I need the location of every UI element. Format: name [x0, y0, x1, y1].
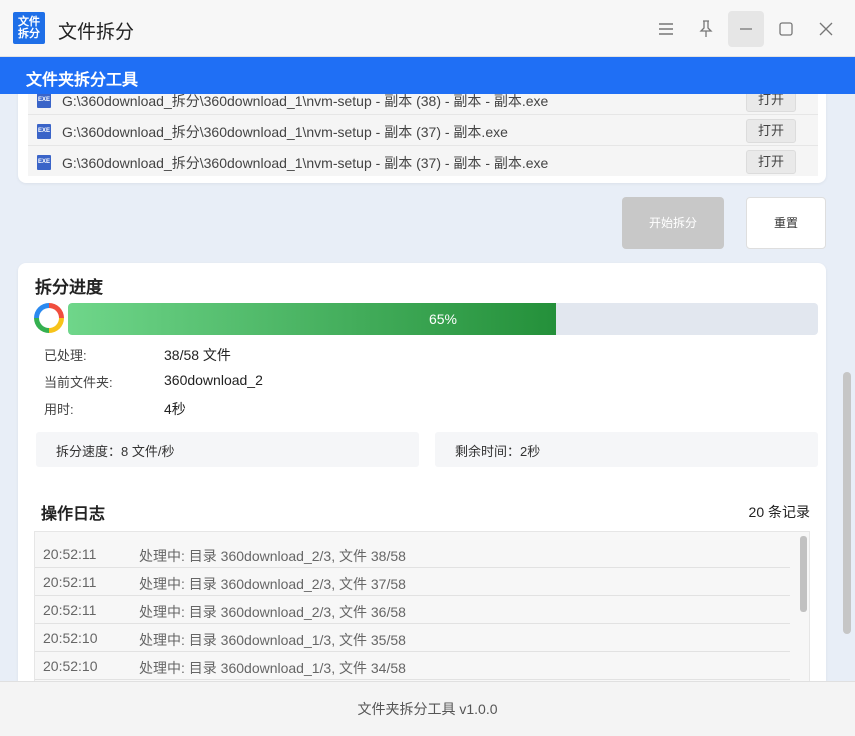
- file-path: G:\360download_拆分\360download_1\nvm-setu…: [62, 94, 549, 109]
- maximize-button[interactable]: [768, 11, 804, 47]
- exe-file-icon: EXE: [37, 155, 51, 170]
- progress-bar: 65%: [68, 303, 818, 335]
- pin-button[interactable]: [688, 11, 724, 47]
- close-button[interactable]: [808, 11, 844, 47]
- window-title: 文件拆分: [58, 22, 135, 43]
- title-bar: 文件 拆分 文件拆分: [0, 0, 855, 57]
- log-entry: 20:52:11 处理中: 目录 360download_2/3, 文件 36/…: [35, 596, 790, 624]
- file-path: G:\360download_拆分\360download_1\nvm-setu…: [62, 155, 549, 171]
- progress-percent: 65%: [428, 311, 458, 327]
- pin-icon: [699, 20, 713, 37]
- log-count: 20 条记录: [748, 504, 810, 520]
- open-file-button[interactable]: 打开: [746, 94, 796, 112]
- footer-version: 文件夹拆分工具 v1.0.0: [0, 681, 855, 736]
- current-folder-value: 360download_2: [164, 372, 263, 388]
- log-message: 处理中: 目录 360download_2/3, 文件 38/58: [139, 548, 406, 564]
- exe-file-icon: EXE: [37, 94, 51, 108]
- log-message: 处理中: 目录 360download_1/3, 文件 34/58: [139, 660, 406, 676]
- main-scroll-area[interactable]: EXE G:\360download_拆分\360download_1\nvm-…: [0, 94, 841, 681]
- loading-spinner-icon: [34, 303, 64, 333]
- file-path: G:\360download_拆分\360download_1\nvm-setu…: [62, 124, 508, 140]
- log-entry: 20:52:11 处理中: 目录 360download_2/3, 文件 38/…: [35, 540, 790, 568]
- log-time: 20:52:10: [43, 630, 98, 646]
- exe-file-icon: EXE: [37, 124, 51, 139]
- log-entry: 20:52:11 处理中: 目录 360download_2/3, 文件 37/…: [35, 568, 790, 596]
- file-row: EXE G:\360download_拆分\360download_1\nvm-…: [28, 146, 818, 176]
- log-time: 20:52:11: [43, 546, 97, 562]
- log-message: 处理中: 目录 360download_2/3, 文件 36/58: [139, 604, 406, 620]
- log-message: 处理中: 目录 360download_2/3, 文件 37/58: [139, 576, 406, 592]
- progress-card: 拆分进度 65% 已处理: 38/58 文件 当前文件夹: 360downloa…: [18, 263, 826, 681]
- log-scrollbar[interactable]: [800, 536, 807, 612]
- menu-icon: [659, 23, 673, 35]
- reset-button[interactable]: 重置: [746, 197, 826, 249]
- processed-label: 已处理:: [44, 348, 87, 363]
- close-icon: [819, 22, 833, 36]
- logo-line-2: 拆分: [18, 28, 40, 40]
- log-entry: 20:52:10 处理中: 目录 360download_1/3, 文件 34/…: [35, 652, 790, 680]
- speed-box: 拆分速度：8 文件/秒: [36, 432, 419, 467]
- log-time: 20:52:11: [43, 602, 97, 618]
- progress-title: 拆分进度: [35, 278, 103, 297]
- log-time: 20:52:11: [43, 574, 97, 590]
- log-list[interactable]: 20:52:11 处理中: 目录 360download_2/3, 文件 38/…: [34, 531, 810, 681]
- file-list-card: EXE G:\360download_拆分\360download_1\nvm-…: [18, 94, 826, 183]
- file-list[interactable]: EXE G:\360download_拆分\360download_1\nvm-…: [28, 94, 818, 176]
- log-time: 20:52:10: [43, 658, 98, 674]
- file-row: EXE G:\360download_拆分\360download_1\nvm-…: [28, 115, 818, 146]
- elapsed-value: 4秒: [164, 401, 186, 417]
- open-file-button[interactable]: 打开: [746, 119, 796, 143]
- log-title: 操作日志: [41, 506, 106, 523]
- minimize-button[interactable]: [728, 11, 764, 47]
- app-logo-icon: 文件 拆分: [13, 12, 45, 44]
- remaining-time-box: 剩余时间：2秒: [435, 432, 818, 467]
- log-entry: 20:52:10 处理中: 目录 360download_1/3, 文件 35/…: [35, 624, 790, 652]
- processed-value: 38/58 文件: [164, 347, 231, 363]
- logo-line-1: 文件: [18, 16, 40, 28]
- current-folder-label: 当前文件夹:: [44, 375, 113, 390]
- open-file-button[interactable]: 打开: [746, 150, 796, 174]
- maximize-icon: [779, 22, 793, 36]
- menu-button[interactable]: [648, 11, 684, 47]
- minimize-icon: [740, 28, 752, 30]
- log-message: 处理中: 目录 360download_1/3, 文件 35/58: [139, 632, 406, 648]
- elapsed-label: 用时:: [44, 402, 74, 417]
- start-split-button[interactable]: 开始拆分: [622, 197, 724, 249]
- app-header: 文件夹拆分工具: [0, 57, 855, 94]
- main-scrollbar[interactable]: [843, 372, 851, 634]
- file-row: EXE G:\360download_拆分\360download_1\nvm-…: [28, 94, 818, 115]
